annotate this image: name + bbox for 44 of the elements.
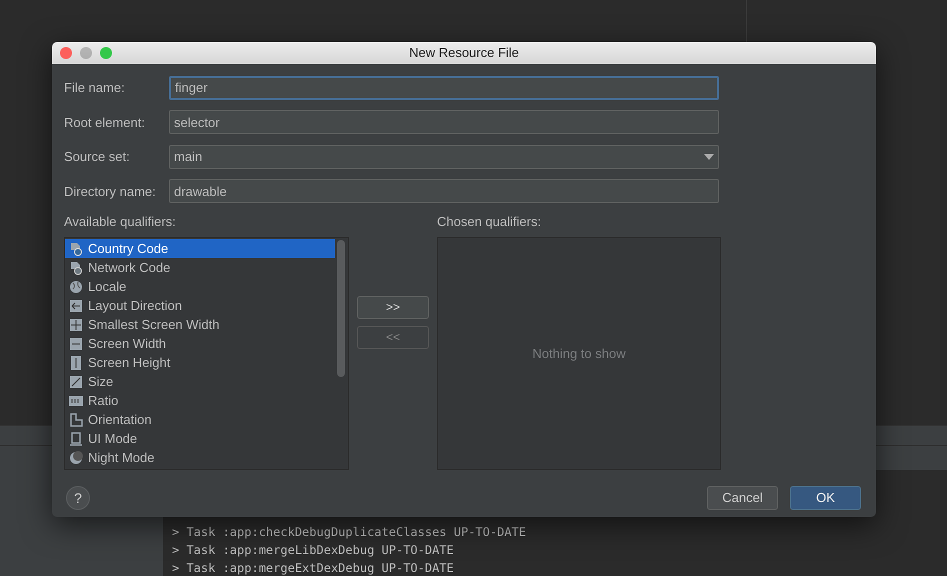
qualifier-item[interactable]: Locale (65, 277, 335, 296)
globe-icon (69, 280, 83, 294)
qualifier-item[interactable]: Ratio (65, 391, 335, 410)
field-label: Source set: (64, 148, 131, 166)
scrollbar[interactable] (337, 240, 345, 377)
qualifier-item[interactable]: Country Code (65, 239, 335, 258)
dropdown-field[interactable]: main (169, 144, 719, 169)
qualifier-item[interactable]: Screen Height (65, 353, 335, 372)
caret-icon (704, 154, 714, 160)
field-label: Directory name: (64, 182, 157, 201)
qualifier-item[interactable]: Orientation (65, 410, 335, 429)
chosen-qualifiers-label: Chosen qualifiers: (437, 212, 542, 231)
console-line: > Task :app:checkDebugDuplicateClasses UP-TO-DATE (172, 524, 528, 541)
field-label: Root element: (64, 114, 146, 132)
qualifier-item[interactable]: UI Mode (65, 429, 335, 448)
qualifier-item[interactable]: Network Code (65, 258, 335, 277)
empty-message: Nothing to show (532, 344, 626, 363)
close-icon[interactable] (60, 47, 72, 59)
input-field[interactable]: finger (169, 76, 719, 100)
zoom-icon[interactable] (100, 47, 112, 59)
monitor-icon (69, 432, 83, 446)
globe-document-icon (69, 260, 83, 274)
console-line: > Task :app:mergeExtDexDebug UP-TO-DATE (172, 560, 455, 576)
add-button[interactable]: >> (357, 296, 429, 318)
qualifier-item[interactable]: Night Mode (65, 448, 335, 467)
globe-document-icon (69, 242, 83, 256)
help-button[interactable]: ? (66, 486, 90, 510)
qualifier-item[interactable]: Layout Direction (65, 296, 335, 315)
qualifier-item[interactable]: Smallest Screen Width (65, 315, 335, 334)
ratio-icon (69, 394, 83, 408)
field-label: File name: (64, 79, 126, 97)
input-field[interactable]: drawable (169, 179, 719, 204)
moon-icon (69, 450, 83, 464)
qualifier-item[interactable]: Size (65, 372, 335, 391)
qualifier-item[interactable]: Screen Width (65, 334, 335, 353)
available-qualifiers-label: Available qualifiers: (64, 212, 177, 231)
minimize-icon[interactable] (80, 47, 92, 59)
orientation-icon (69, 412, 83, 426)
input-field[interactable]: selector (169, 110, 719, 134)
arrow-left-icon (69, 298, 83, 312)
ok-button[interactable]: OK (790, 486, 861, 510)
cancel-button[interactable]: Cancel (707, 486, 778, 510)
window-title: New Resource File (409, 44, 519, 62)
console-line: > Task :app:mergeLibDexDebug UP-TO-DATE (172, 542, 455, 559)
